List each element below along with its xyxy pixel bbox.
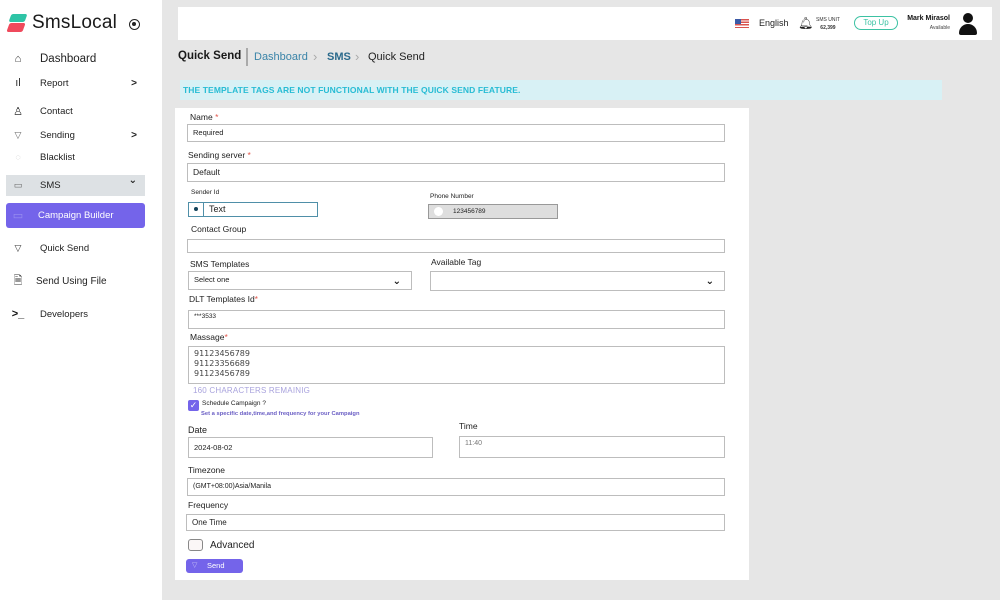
sidebar-item-sms[interactable]: ▭ SMS ⌄ xyxy=(6,175,145,196)
name-label: Name * xyxy=(190,112,219,122)
top-header: English 🔔︎ SMS UNIT 62,399 Top Up Mark M… xyxy=(178,7,992,40)
date-label: Date xyxy=(188,425,208,435)
sidebar-item-developers[interactable]: >_ Developers xyxy=(6,307,145,321)
page-title: Quick Send xyxy=(178,50,242,62)
schedule-campaign-label: Schedule Campaign ? xyxy=(202,400,266,407)
available-tag-label: Available Tag xyxy=(431,257,482,267)
advanced-label: Advanced xyxy=(210,540,255,551)
layout-icon: ▭ xyxy=(12,210,24,222)
sidebar-item-dashboard[interactable]: ⌂ Dashboard xyxy=(6,51,145,67)
logo-mark-icon xyxy=(6,12,28,34)
us-flag-icon[interactable] xyxy=(735,19,749,28)
file-icon: 🗎 xyxy=(13,275,23,287)
top-up-button[interactable]: Top Up xyxy=(854,16,898,30)
app-logo[interactable]: SmsLocal xyxy=(6,12,118,34)
sidebar-item-quick-send[interactable]: ▽ Quick Send xyxy=(6,241,145,255)
send-button[interactable]: ▽ Send xyxy=(186,559,243,573)
frequency-label: Frequency xyxy=(188,500,229,510)
chevron-down-icon: ⌄ xyxy=(128,175,137,186)
available-tag-select[interactable]: ⌄ xyxy=(430,271,725,291)
app-name: SmsLocal xyxy=(32,12,118,33)
name-input[interactable]: Required xyxy=(187,124,725,142)
sidebar-item-contact[interactable]: ♙ Contact xyxy=(6,104,145,118)
sending-server-label: Sending server * xyxy=(188,150,251,160)
message-textarea[interactable]: 91123456789 91123356689 91123456789 xyxy=(188,346,725,384)
target-icon[interactable] xyxy=(129,19,140,30)
user-name: Mark Mirasol xyxy=(907,15,950,22)
chevron-right-icon: > xyxy=(131,129,137,141)
send-icon: ▽ xyxy=(14,129,22,140)
characters-remaining: 160 CHARACTERS REMAINIG xyxy=(193,386,311,395)
title-divider xyxy=(246,48,248,66)
template-tags-notice: THE TEMPLATE TAGS ARE NOT FUNCTIONAL WIT… xyxy=(180,80,942,100)
sidebar-item-sending[interactable]: ▽ Sending > xyxy=(6,128,145,142)
sms-templates-label: SMS Templates xyxy=(190,259,250,269)
avatar[interactable] xyxy=(957,13,979,35)
chevron-right-icon: › xyxy=(313,49,318,64)
date-input[interactable]: 2024-08-02 xyxy=(188,437,433,458)
sending-server-select[interactable]: Default xyxy=(187,163,725,182)
quick-send-form: Name * Required Sending server * Default… xyxy=(175,108,749,580)
frequency-select[interactable]: One Time xyxy=(186,514,725,531)
time-input[interactable]: 11:40 xyxy=(459,436,725,458)
sender-id-radio[interactable] xyxy=(189,203,204,216)
sidebar-item-blacklist[interactable]: ◌ Blacklist xyxy=(6,150,145,164)
timezone-label: Timezone xyxy=(188,465,226,475)
language-selector[interactable]: English xyxy=(759,18,789,28)
sender-id-label: Sender Id xyxy=(191,189,220,196)
bar-chart-icon: ıl xyxy=(15,77,21,89)
chevron-right-icon: › xyxy=(355,49,360,64)
sidebar: SmsLocal ⌂ Dashboard ıl Report > ♙ Conta… xyxy=(0,0,162,600)
home-icon: ⌂ xyxy=(14,53,22,65)
time-label: Time xyxy=(459,421,478,431)
shield-icon: ◌ xyxy=(15,152,21,162)
chevron-down-icon: ⌄ xyxy=(392,276,401,287)
contact-group-input[interactable] xyxy=(187,239,725,253)
breadcrumb-current: Quick Send xyxy=(368,51,425,63)
sidebar-item-campaign-builder[interactable]: ▭ Campaign Builder xyxy=(6,203,145,228)
phone-number-label: Phone Number xyxy=(430,193,474,200)
sms-templates-select[interactable]: Select one ⌄ xyxy=(188,271,412,290)
schedule-campaign-subtitle: Set a specific date,time,and frequency f… xyxy=(201,411,360,417)
bell-icon[interactable]: 🔔︎ xyxy=(798,16,813,30)
sidebar-item-send-using-file[interactable]: 🗎 Send Using File xyxy=(6,274,145,289)
user-icon: ♙ xyxy=(13,105,23,118)
user-status: Available xyxy=(929,25,950,31)
breadcrumb-sms[interactable]: SMS xyxy=(327,51,351,63)
phone-number-radio[interactable] xyxy=(434,207,443,216)
breadcrumb-dashboard[interactable]: Dashboard xyxy=(254,51,308,63)
sms-unit-balance: SMS UNIT 62,399 xyxy=(816,17,840,31)
contact-group-label: Contact Group xyxy=(191,224,247,234)
schedule-campaign-checkbox[interactable]: ✓ xyxy=(188,400,199,411)
dlt-templates-id-label: DLT Templates Id* xyxy=(189,294,258,304)
dlt-templates-id-input[interactable]: ***3533 xyxy=(188,310,725,329)
chevron-down-icon: ⌄ xyxy=(705,276,714,287)
chevron-right-icon: > xyxy=(131,77,137,89)
timezone-select[interactable]: (GMT+08:00)Asia/Manila xyxy=(187,478,725,496)
advanced-checkbox[interactable] xyxy=(188,539,203,551)
message-label: Massage* xyxy=(190,332,228,342)
message-icon: ▭ xyxy=(13,180,23,190)
phone-number-input[interactable]: 123456789 xyxy=(428,204,558,219)
sender-id-input[interactable]: Text xyxy=(188,202,318,217)
send-icon: ▽ xyxy=(192,562,198,569)
send-icon: ▽ xyxy=(14,242,22,253)
sidebar-item-report[interactable]: ıl Report > xyxy=(6,76,145,90)
terminal-icon: >_ xyxy=(11,308,25,320)
